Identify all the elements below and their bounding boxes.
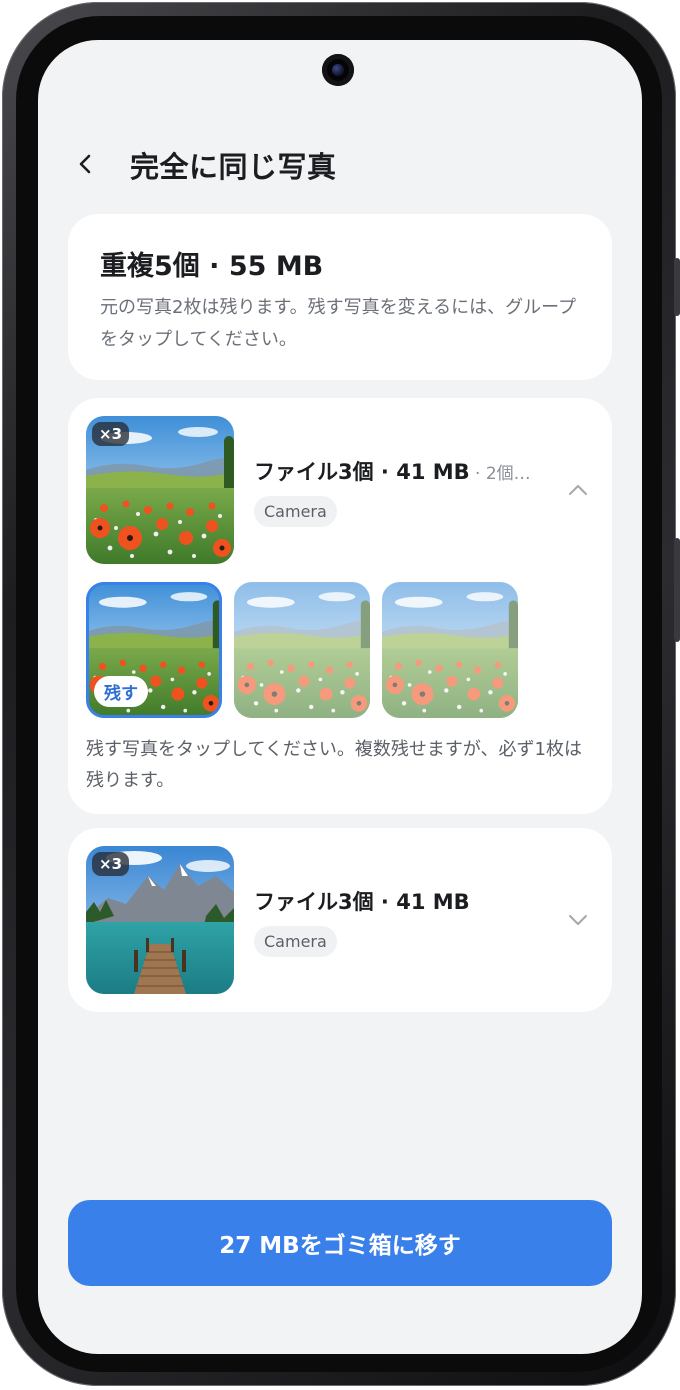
chevron-down-icon [569,915,587,925]
photo-option[interactable] [234,582,370,718]
summary-description: 元の写真2枚は残ります。残す写真を変えるには、グループをタップしてください。 [100,297,577,350]
back-button[interactable] [68,146,104,182]
count-badge: ×3 [92,852,130,876]
summary-title: 重複5個 · 55 MB [100,251,324,282]
phone-frame: 完全に同じ写真 重複5個 · 55 MB 元の写真2枚は残ります。残す写真を変え… [2,2,680,1386]
chevron-left-icon [79,154,91,174]
group-subtitle: · 2個… [469,464,531,484]
group-thumbnail: ×3 [86,846,234,994]
dim-overlay [382,582,518,718]
collapse-button[interactable] [560,474,596,506]
group-title: ファイル3個 · 41 MB [254,890,470,914]
header: 完全に同じ写真 [38,136,642,196]
dim-overlay [234,582,370,718]
photo-selection-row: 残す [86,582,526,720]
front-camera [322,54,354,86]
duplicate-group[interactable]: ×3 ファイル3個 · 41 MB · 2個… Camera 残す 残す写真をタ… [68,398,612,814]
group-thumbnail: ×3 [86,416,234,564]
selection-hint: 残す写真をタップしてください。複数残せますが、必ず1枚は残ります。 [86,739,583,791]
source-chip: Camera [254,926,337,957]
power-button [674,538,680,642]
keep-badge: 残す [94,676,148,707]
source-chip: Camera [254,496,337,527]
group-title-text: ファイル3個 · 41 MB [254,460,470,484]
page-title: 完全に同じ写真 [130,150,337,184]
summary-card: 重複5個 · 55 MB 元の写真2枚は残ります。残す写真を変えるには、グループ… [68,214,612,380]
group-title: ファイル3個 · 41 MB · 2個… [254,456,531,486]
photo-option-kept[interactable]: 残す [86,582,222,718]
screen: 完全に同じ写真 重複5個 · 55 MB 元の写真2枚は残ります。残す写真を変え… [38,40,642,1354]
expand-button[interactable] [560,904,596,936]
move-to-trash-button[interactable]: 27 MBをゴミ箱に移す [68,1200,612,1286]
duplicate-group[interactable]: ×3 ファイル3個 · 41 MB Camera [68,828,612,1012]
chevron-up-icon [569,485,587,495]
volume-button [674,258,680,316]
photo-option[interactable] [382,582,518,718]
count-badge: ×3 [92,422,130,446]
